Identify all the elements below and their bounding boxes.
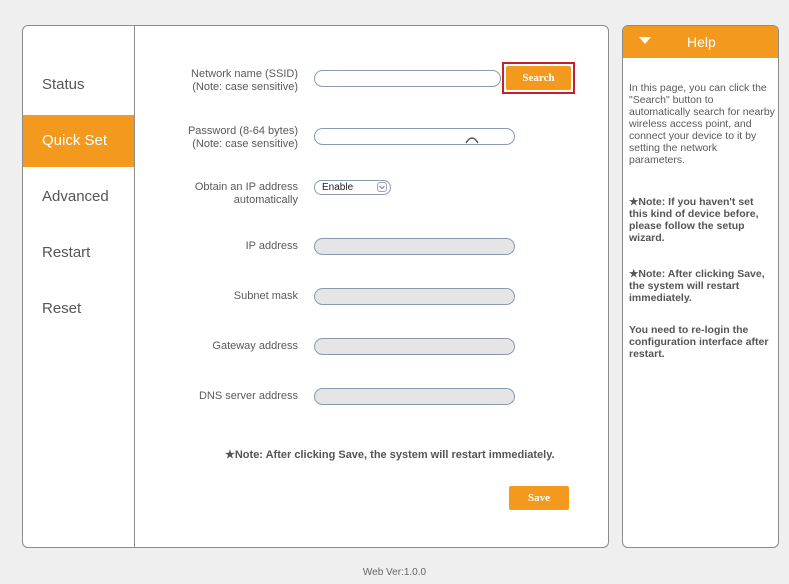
dns-label: DNS server address	[198, 390, 298, 402]
help-paragraph: In this page, you can click the "Search"…	[629, 82, 775, 166]
ip-address-label: IP address	[245, 240, 298, 252]
obtain-ip-selected: Enable	[322, 182, 354, 193]
triangle-down-icon[interactable]	[639, 37, 651, 44]
version-footer: Web Ver:1.0.0	[362, 567, 427, 578]
obtain-ip-label: Obtain an IP address automatically	[195, 181, 298, 207]
gateway-label: Gateway address	[212, 340, 298, 352]
sidebar-item-advanced[interactable]: Advanced	[23, 171, 134, 223]
sidebar-item-restart[interactable]: Restart	[23, 227, 134, 279]
help-note-restart: ★Note: After clicking Save, the system w…	[629, 268, 765, 304]
search-button[interactable]: Search	[506, 66, 571, 90]
password-field[interactable]	[314, 128, 515, 145]
password-label-line1: Password (8-64 bytes)	[187, 125, 298, 137]
obtain-ip-label-line2: automatically	[233, 194, 298, 206]
dns-input	[314, 388, 515, 405]
sidebar-item-quick-set[interactable]: Quick Set	[23, 115, 134, 167]
password-label: Password (8-64 bytes) (Note: case sensit…	[188, 125, 298, 151]
subnet-mask-label: Subnet mask	[233, 290, 298, 302]
sidebar-item-reset[interactable]: Reset	[23, 283, 134, 335]
ip-address-input	[314, 238, 515, 255]
sidebar-item-status[interactable]: Status	[23, 59, 134, 111]
help-note-relogin: You need to re-login the configuration i…	[629, 324, 769, 360]
help-title: Help	[687, 34, 716, 50]
ssid-input[interactable]	[314, 70, 501, 87]
help-note-setup-wizard: ★Note: If you haven't set this kind of d…	[629, 196, 759, 244]
sidebar: Status Quick Set Advanced Restart Reset	[23, 26, 135, 547]
gateway-input	[314, 338, 515, 355]
obtain-ip-select[interactable]: Enable	[314, 180, 391, 195]
password-label-line2: (Note: case sensitive)	[192, 138, 298, 150]
restart-note: ★Note: After clicking Save, the system w…	[225, 449, 555, 461]
obtain-ip-label-line1: Obtain an IP address	[194, 181, 298, 193]
chevron-down-icon	[377, 182, 387, 192]
subnet-mask-input	[314, 288, 515, 305]
help-panel: Help In this page, you can click the "Se…	[622, 25, 779, 548]
eye-icon[interactable]	[465, 132, 479, 146]
ssid-label-line1: Network name (SSID)	[191, 68, 298, 80]
ssid-label: Network name (SSID) (Note: case sensitiv…	[191, 68, 298, 94]
main-panel: Status Quick Set Advanced Restart Reset …	[22, 25, 609, 548]
ssid-label-line2: (Note: case sensitive)	[192, 81, 298, 93]
save-button[interactable]: Save	[509, 486, 569, 510]
help-header[interactable]: Help	[623, 26, 778, 58]
